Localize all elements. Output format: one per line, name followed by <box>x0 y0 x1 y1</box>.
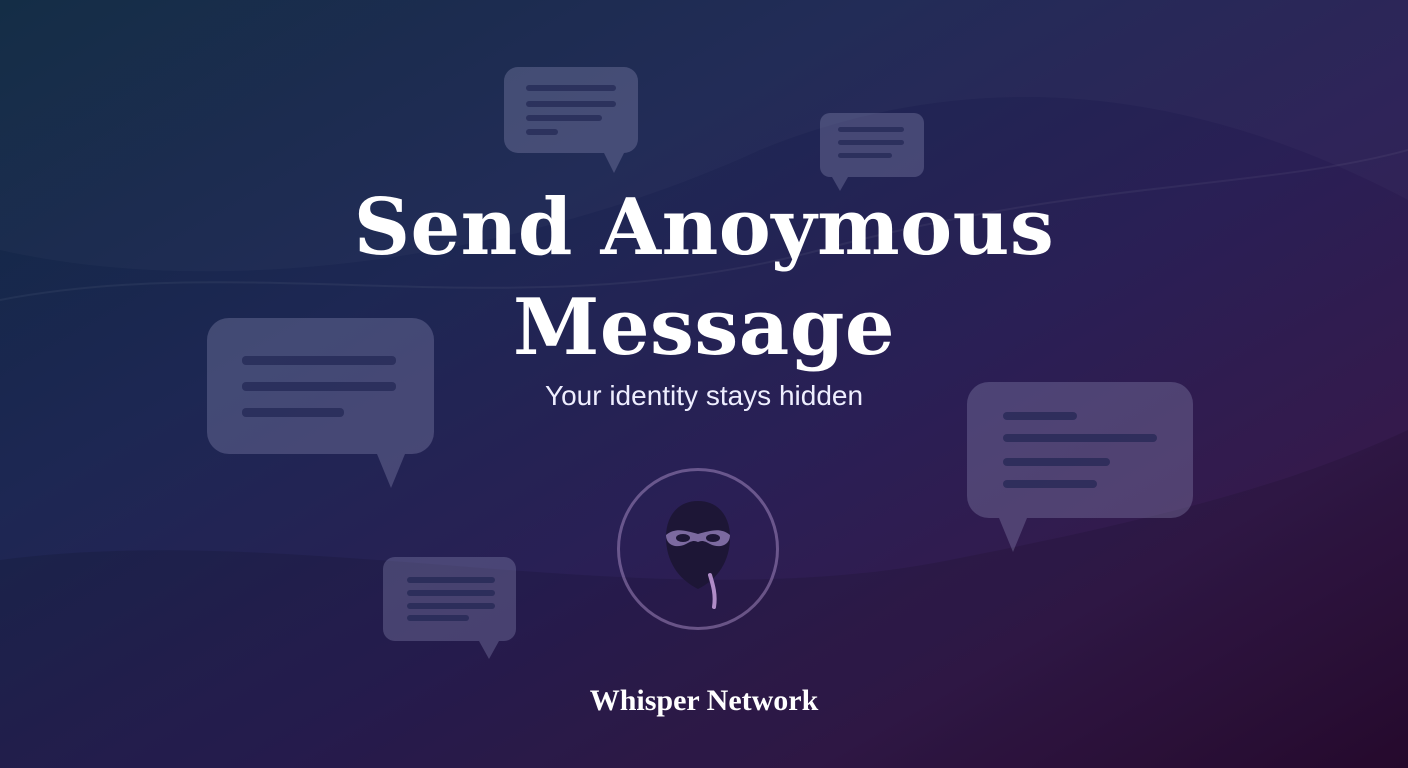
hero-title: Send Anoymous Message <box>0 178 1408 378</box>
masked-figure-icon <box>666 501 730 609</box>
chat-bubble-icon <box>383 557 516 659</box>
chat-bubble-icon <box>820 113 924 191</box>
brand-name: Whisper Network <box>589 684 819 717</box>
chat-bubble-icon <box>504 67 638 173</box>
mask-badge <box>617 468 779 630</box>
hero-title-line-1: Send Anoymous <box>353 182 1055 273</box>
tagline: Your identity stays hidden <box>544 380 864 411</box>
hero-title-line-2: Message <box>513 282 895 373</box>
